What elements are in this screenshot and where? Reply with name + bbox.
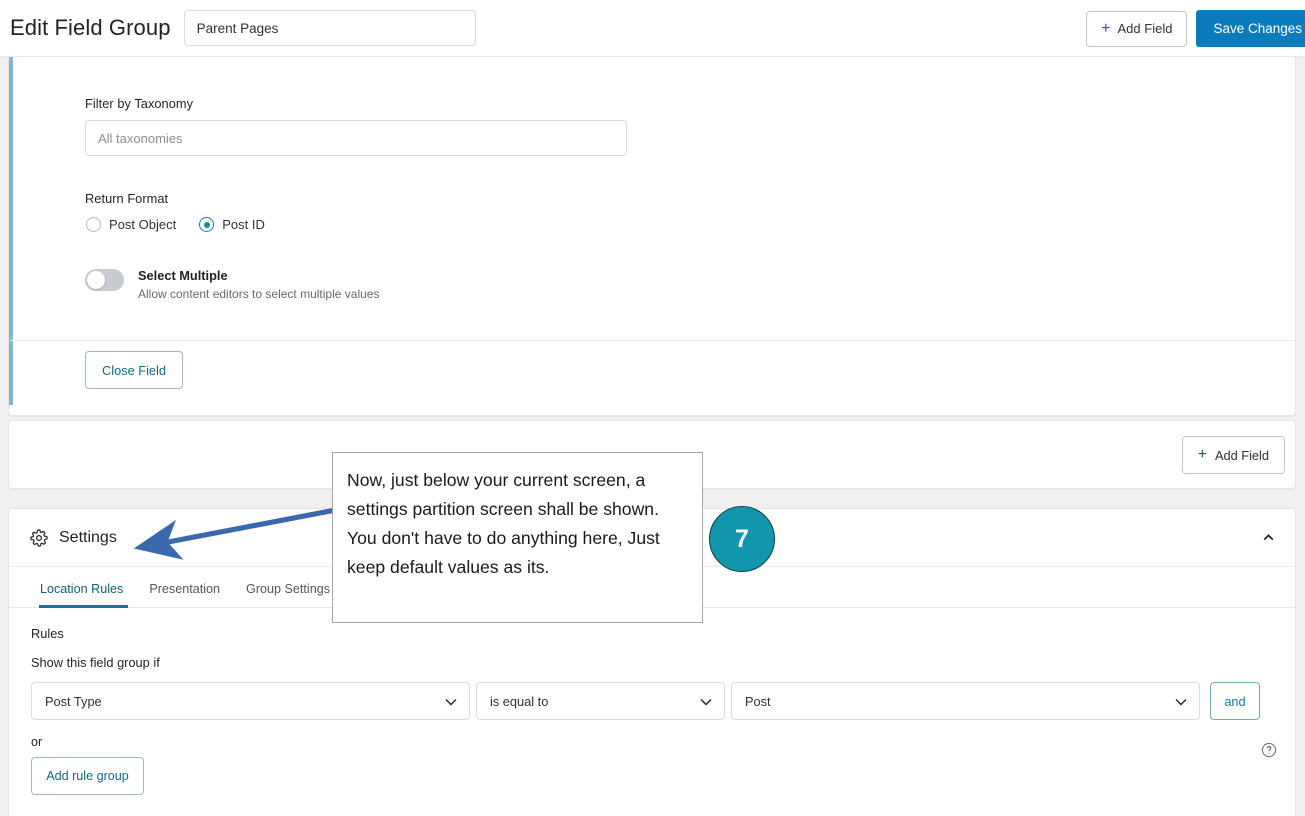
select-multiple-title: Select Multiple — [138, 268, 228, 283]
rule-operator-select[interactable]: is equal to — [476, 682, 725, 720]
add-rule-group-button[interactable]: Add rule group — [31, 757, 144, 795]
select-multiple-description: Allow content editors to select multiple… — [138, 287, 380, 301]
step-number-badge: 7 — [709, 506, 775, 572]
settings-title: Settings — [59, 528, 117, 546]
return-format-radios: Post Object Post ID — [86, 217, 265, 232]
radio-post-id-label: Post ID — [222, 217, 265, 232]
field-active-accent-bar — [9, 56, 13, 405]
select-multiple-row: Select Multiple Allow content editors to… — [85, 268, 379, 301]
rule-param-value: Post Type — [45, 693, 102, 709]
tab-group-settings[interactable]: Group Settings — [233, 582, 343, 607]
location-rules-body: Rules Show this field group if Post Type… — [9, 608, 1295, 795]
field-editor-panel: Filter by Taxonomy Return Format Post Ob… — [8, 0, 1296, 416]
instruction-callout: Now, just below your current screen, a s… — [332, 452, 703, 623]
taxonomy-label: Filter by Taxonomy — [85, 96, 194, 111]
rule-param-select[interactable]: Post Type — [31, 682, 470, 720]
rule-value-value: Post — [745, 693, 771, 709]
gear-icon — [30, 528, 48, 547]
radio-post-object[interactable]: Post Object — [86, 217, 176, 232]
save-changes-button[interactable]: Save Changes — [1196, 10, 1305, 47]
top-bar: Edit Field Group + Add Field Save Change… — [0, 0, 1305, 57]
add-and-rule-button[interactable]: and — [1210, 682, 1260, 720]
return-format-label: Return Format — [85, 191, 169, 206]
tab-presentation[interactable]: Presentation — [136, 582, 233, 607]
rule-row: Post Type is equal to Post and — [31, 682, 1295, 720]
tab-location-rules[interactable]: Location Rules — [31, 582, 136, 608]
top-bar-actions: + Add Field Save Changes — [1086, 10, 1305, 47]
chevron-up-icon[interactable] — [1262, 531, 1275, 544]
rule-value-select[interactable]: Post — [731, 682, 1200, 720]
return-format-label-row: Return Format — [85, 191, 168, 206]
rule-operator-value: is equal to — [490, 693, 549, 709]
add-field-button-secondary[interactable]: + Add Field — [1181, 436, 1285, 474]
close-field-wrap: Close Field — [85, 351, 184, 389]
plus-icon: + — [1197, 446, 1207, 463]
field-divider — [10, 340, 1295, 341]
radio-post-object-label: Post Object — [109, 217, 177, 232]
select-multiple-texts: Select Multiple Allow content editors to… — [138, 268, 379, 301]
select-multiple-toggle[interactable] — [85, 269, 124, 291]
add-field-button-top-label: Add Field — [1117, 21, 1173, 36]
add-field-button-top[interactable]: + Add Field — [1086, 10, 1188, 47]
screen-root: Filter by Taxonomy Return Format Post Ob… — [0, 0, 1305, 816]
chevron-down-icon — [445, 699, 457, 706]
taxonomy-input-wrap — [85, 120, 627, 156]
page-title: Edit Field Group — [10, 15, 171, 40]
rules-heading: Rules — [31, 626, 64, 641]
field-group-title-input[interactable] — [183, 10, 476, 46]
add-field-button-secondary-label: Add Field — [1214, 447, 1269, 463]
rules-subheading: Show this field group if — [31, 655, 160, 670]
close-field-button[interactable]: Close Field — [85, 351, 184, 389]
chevron-down-icon — [1175, 699, 1187, 706]
taxonomy-input[interactable] — [85, 120, 627, 156]
or-label: or — [31, 735, 43, 749]
radio-post-object-control[interactable] — [86, 217, 101, 232]
chevron-down-icon — [700, 699, 712, 706]
radio-post-id[interactable]: Post ID — [199, 217, 265, 232]
taxonomy-label-row: Filter by Taxonomy — [85, 96, 193, 111]
help-circle-icon[interactable] — [1261, 742, 1277, 758]
radio-post-id-control[interactable] — [199, 217, 215, 232]
plus-icon: + — [1101, 19, 1111, 37]
